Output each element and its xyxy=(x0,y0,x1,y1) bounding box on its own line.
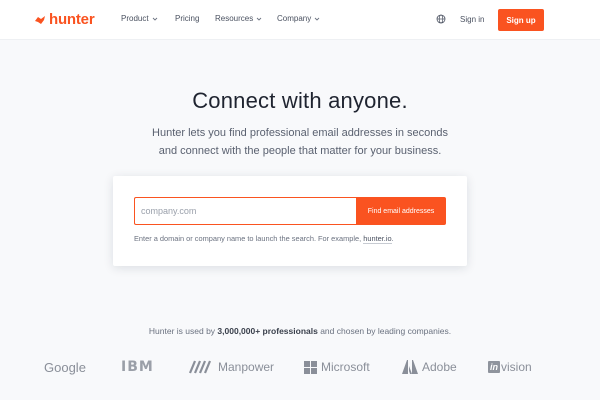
signup-button[interactable]: Sign up xyxy=(498,9,544,31)
trust-prefix: Hunter is used by xyxy=(148,326,218,336)
nav-pricing-label: Pricing xyxy=(175,14,200,23)
page-title: Connect with anyone. xyxy=(192,88,408,113)
hunter-logo-icon xyxy=(35,15,45,24)
logo-manpower: Manpower xyxy=(188,360,274,374)
logo-microsoft: Microsoft xyxy=(304,360,370,374)
customer-logos: Google IBM Manpower Microsoft Adobe in vi… xyxy=(0,356,600,380)
hero-subtitle-line-1: Hunter lets you find professional email … xyxy=(152,127,448,139)
find-email-addresses-button[interactable]: Find email addresses xyxy=(356,197,446,225)
logo-invision: in vision xyxy=(488,360,532,374)
nav-company-label: Company xyxy=(277,14,312,23)
domain-search-input[interactable] xyxy=(134,197,357,225)
globe-icon[interactable] xyxy=(436,14,446,24)
logo-adobe: Adobe xyxy=(402,360,457,374)
chevron-down-icon xyxy=(314,17,320,21)
signin-link[interactable]: Sign in xyxy=(460,15,484,24)
chevron-down-icon xyxy=(256,17,262,21)
logo-ibm-text: IBM xyxy=(121,359,154,375)
nav-resources[interactable]: Resources xyxy=(215,14,262,23)
logo-adobe-text: Adobe xyxy=(422,360,457,374)
nav-resources-label: Resources xyxy=(215,14,254,23)
search-hint-example-link[interactable]: hunter.io xyxy=(363,234,392,244)
manpower-mark-icon xyxy=(188,360,212,374)
logo-google: Google xyxy=(44,360,86,375)
microsoft-mark-icon xyxy=(304,360,317,374)
logo-google-text: Google xyxy=(44,360,86,375)
brand-name: hunter xyxy=(49,11,95,28)
hero-subtitle-line-2: and connect with the people that matter … xyxy=(158,145,442,157)
search-hint-text: Enter a domain or company name to launch… xyxy=(134,234,364,243)
nav-company[interactable]: Company xyxy=(277,14,320,23)
nav-pricing[interactable]: Pricing xyxy=(175,14,199,23)
domain-search-card: Find email addresses Enter a domain or c… xyxy=(113,176,467,266)
nav-product-label: Product xyxy=(121,14,149,23)
chevron-down-icon xyxy=(152,17,157,21)
search-hint: Enter a domain or company name to launch… xyxy=(134,234,394,244)
logo-microsoft-text: Microsoft xyxy=(321,360,370,374)
logo-invision-text: vision xyxy=(501,360,532,374)
trust-highlight: 3,000,000+ professionals xyxy=(217,326,318,336)
search-hint-suffix: . xyxy=(391,234,394,243)
invision-mark-icon: in xyxy=(488,361,500,373)
trust-statement: Hunter is used by 3,000,000+ professiona… xyxy=(0,326,600,336)
logo-ibm: IBM xyxy=(121,359,154,375)
logo-manpower-text: Manpower xyxy=(218,360,275,374)
top-nav: hunter Product Pricing Resources Company… xyxy=(0,0,600,40)
brand-logo[interactable]: hunter xyxy=(34,11,95,28)
trust-suffix: and chosen by leading companies. xyxy=(317,326,452,336)
adobe-mark-icon xyxy=(402,360,418,374)
hero-subtitle: Hunter lets you find professional email … xyxy=(0,124,600,160)
nav-product[interactable]: Product xyxy=(121,14,158,23)
